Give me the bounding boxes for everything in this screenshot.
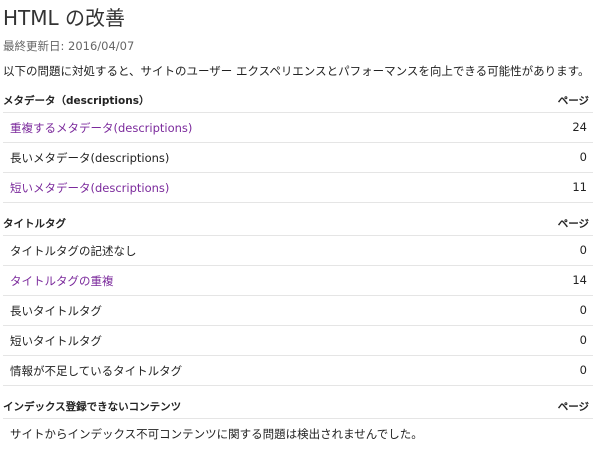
table-row: タイトルタグの記述なし 0 (3, 235, 593, 265)
page-count: 24 (572, 120, 587, 134)
table-row[interactable]: 短いメタデータ(descriptions) 11 (3, 172, 593, 203)
table-row[interactable]: 重複するメタデータ(descriptions) 24 (3, 112, 593, 142)
column-header-pages: ページ (557, 401, 589, 413)
page-count: 0 (579, 333, 587, 347)
section-heading: タイトルタグ (3, 218, 66, 230)
section-header: インデックス登録できないコンテンツ ページ (3, 396, 593, 418)
column-header-pages: ページ (557, 218, 589, 230)
non-informative-title-tags-label: 情報が不足しているタイトルタグ (10, 364, 183, 378)
long-title-tags-label: 長いタイトルタグ (10, 304, 102, 318)
section-heading: インデックス登録できないコンテンツ (3, 401, 182, 413)
section-non-indexable-content: インデックス登録できないコンテンツ ページ サイトからインデックス不可コンテンツ… (3, 396, 593, 448)
duplicate-title-tags-link[interactable]: タイトルタグの重複 (10, 273, 114, 289)
page-count: 14 (572, 273, 587, 287)
section-header: タイトルタグ ページ (3, 213, 593, 235)
html-improvements-page: HTML の改善 最終更新日: 2016/04/07 以下の問題に対処すると、サ… (0, 0, 600, 457)
table-row[interactable]: タイトルタグの重複 14 (3, 265, 593, 295)
table-row: 情報が不足しているタイトルタグ 0 (3, 355, 593, 386)
section-heading: メタデータ（descriptions） (3, 95, 150, 107)
short-meta-descriptions-link[interactable]: 短いメタデータ(descriptions) (10, 180, 169, 196)
page-count: 0 (579, 303, 587, 317)
no-issues-message-row: サイトからインデックス不可コンテンツに関する問題は検出されませんでした。 (3, 418, 593, 448)
section-title-tags: タイトルタグ ページ タイトルタグの記述なし 0 タイトルタグの重複 14 長い… (3, 213, 593, 386)
page-count: 0 (579, 150, 587, 164)
last-updated: 最終更新日: 2016/04/07 (3, 39, 135, 53)
table-row: 長いメタデータ(descriptions) 0 (3, 142, 593, 172)
page-count: 0 (579, 363, 587, 377)
short-title-tags-label: 短いタイトルタグ (10, 334, 102, 348)
section-meta-descriptions: メタデータ（descriptions） ページ 重複するメタデータ(descri… (3, 90, 593, 203)
section-header: メタデータ（descriptions） ページ (3, 90, 593, 112)
long-meta-descriptions-label: 長いメタデータ(descriptions) (10, 151, 170, 165)
no-issues-message: サイトからインデックス不可コンテンツに関する問題は検出されませんでした。 (10, 427, 423, 441)
table-row: 短いタイトルタグ 0 (3, 325, 593, 355)
column-header-pages: ページ (557, 95, 589, 107)
page-count: 0 (579, 243, 587, 257)
missing-title-tags-label: タイトルタグの記述なし (10, 244, 137, 258)
page-title: HTML の改善 (3, 6, 126, 30)
duplicate-meta-descriptions-link[interactable]: 重複するメタデータ(descriptions) (10, 120, 192, 136)
page-count: 11 (572, 180, 587, 194)
intro-text: 以下の問題に対処すると、サイトのユーザー エクスペリエンスとパフォーマンスを向上… (3, 64, 590, 78)
table-row: 長いタイトルタグ 0 (3, 295, 593, 325)
